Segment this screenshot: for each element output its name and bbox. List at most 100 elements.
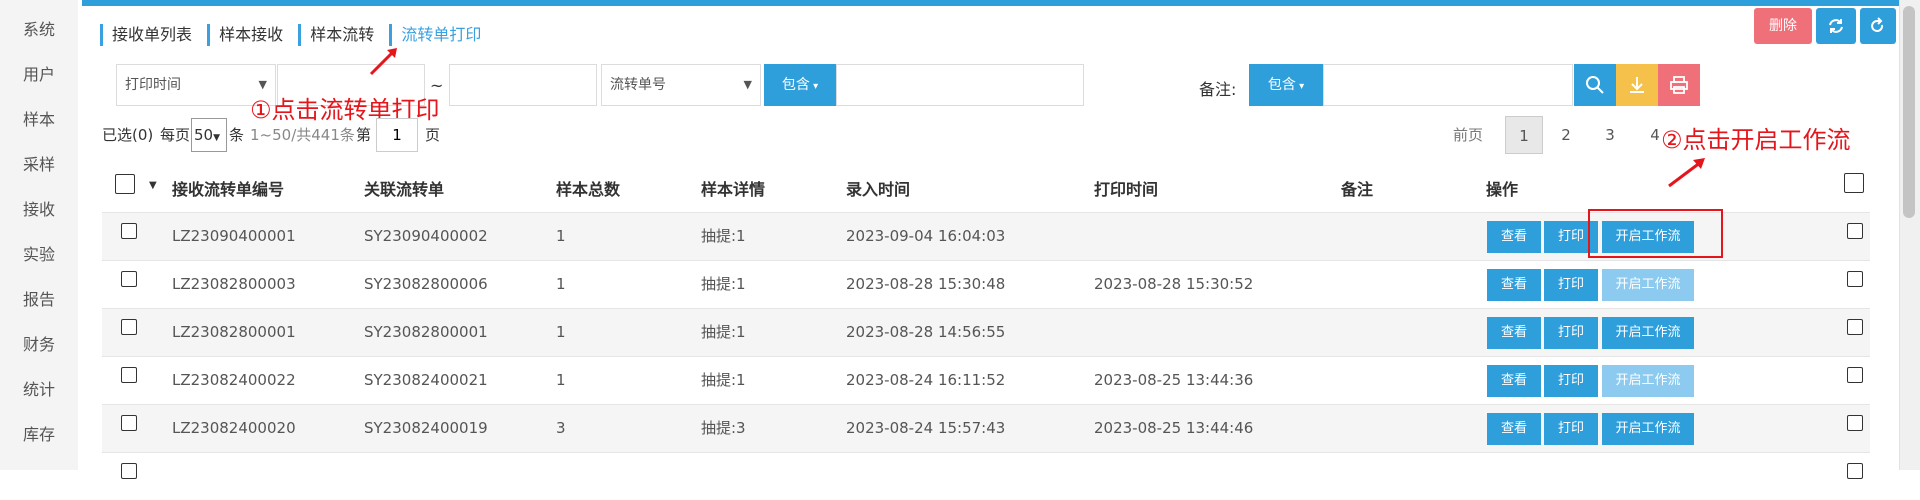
row-checkbox-right[interactable] — [1847, 271, 1863, 287]
row-checkbox[interactable] — [121, 271, 137, 287]
per-page-select[interactable]: 50▼ — [191, 118, 227, 152]
select-all-checkbox[interactable] — [115, 174, 135, 194]
remark-match-dropdown[interactable]: 包含 ▾ — [1249, 64, 1323, 106]
delete-button[interactable]: 删除 — [1754, 8, 1812, 44]
header-linked-transfer[interactable]: 关联流转单 — [364, 176, 444, 200]
sidebar-item-sampling[interactable]: 采样 — [0, 151, 78, 175]
cell-receive-id: LZ23090400001 — [172, 227, 296, 245]
row-print-button[interactable]: 打印 — [1544, 413, 1598, 445]
cell-entry-time: 2023-08-24 16:11:52 — [846, 371, 1006, 389]
header-print-time[interactable]: 打印时间 — [1094, 176, 1158, 200]
row-checkbox[interactable] — [121, 415, 137, 431]
sidebar-item-system[interactable]: 系统 — [0, 16, 78, 40]
table-row[interactable] — [102, 452, 1870, 500]
start-workflow-button[interactable]: 开启工作流 — [1602, 413, 1694, 445]
table-row[interactable]: LZ23082800001 SY23082800001 1 抽提:1 2023-08-2… — [102, 308, 1870, 356]
page-1-button[interactable]: 1 — [1505, 116, 1543, 154]
redo-button[interactable] — [1860, 8, 1896, 44]
match-mode-dropdown[interactable]: 包含 ▾ — [764, 64, 836, 106]
sort-caret-icon[interactable]: ▼ — [149, 180, 157, 191]
table-row[interactable]: LZ23082400020 SY23082400019 3 抽提:3 2023-08-2… — [102, 404, 1870, 452]
sidebar-item-report[interactable]: 报告 — [0, 286, 78, 310]
transfer-number-input[interactable] — [836, 64, 1084, 106]
download-icon — [1630, 77, 1644, 93]
row-print-button[interactable]: 打印 — [1544, 365, 1598, 397]
cell-sample-details: 抽提:1 — [701, 323, 746, 341]
page-3-button[interactable]: 3 — [1593, 116, 1627, 154]
refresh-button[interactable] — [1816, 8, 1856, 44]
row-checkbox-right[interactable] — [1847, 415, 1863, 431]
page-2-button[interactable]: 2 — [1549, 116, 1583, 154]
sidebar-item-experiment[interactable]: 实验 — [0, 241, 78, 265]
view-button[interactable]: 查看 — [1487, 221, 1541, 253]
scrollbar-thumb[interactable] — [1903, 6, 1915, 218]
sidebar-item-receive[interactable]: 接收 — [0, 196, 78, 220]
sidebar-item-finance[interactable]: 财务 — [0, 331, 78, 355]
cell-receive-id: LZ23082800001 — [172, 323, 296, 341]
view-button[interactable]: 查看 — [1487, 365, 1541, 397]
print-button[interactable] — [1658, 64, 1700, 106]
date-field-value: 打印时间 — [125, 77, 181, 93]
match-mode-label: 包含 — [781, 77, 810, 93]
sidebar-item-samples[interactable]: 样本 — [0, 106, 78, 130]
row-print-button[interactable]: 打印 — [1544, 269, 1598, 301]
record-range: 1~50/共441条 — [250, 126, 355, 144]
end-date-input[interactable] — [449, 64, 597, 106]
sidebar-item-inventory[interactable]: 库存 — [0, 421, 78, 445]
cell-sample-total: 1 — [556, 371, 566, 389]
header-sample-total[interactable]: 样本总数 — [556, 176, 620, 200]
row-checkbox-right[interactable] — [1847, 367, 1863, 383]
cell-entry-time: 2023-08-28 15:30:48 — [846, 275, 1006, 293]
annotation-step2: ②点击开启工作流 — [1661, 126, 1851, 154]
chevron-down-icon: ▼ — [743, 78, 752, 91]
remark-input[interactable] — [1323, 64, 1573, 106]
filter-field-select[interactable]: 流转单号 ▼ — [601, 64, 761, 106]
page-4-button[interactable]: 4 — [1638, 116, 1672, 154]
cell-receive-id: LZ23082400022 — [172, 371, 296, 389]
right-select-all-checkbox[interactable] — [1844, 173, 1864, 193]
row-checkbox[interactable] — [121, 223, 137, 239]
top-accent-bar — [82, 0, 1902, 6]
row-checkbox-right[interactable] — [1847, 223, 1863, 239]
view-button[interactable]: 查看 — [1487, 413, 1541, 445]
sidebar-item-stats[interactable]: 统计 — [0, 376, 78, 400]
start-workflow-button[interactable]: 开启工作流 — [1602, 269, 1694, 301]
tab-bar: 接收单列表 样本接收 样本流转 流转单打印 — [100, 24, 491, 48]
start-workflow-button[interactable]: 开启工作流 — [1602, 317, 1694, 349]
tab-sample-receive[interactable]: 样本接收 — [207, 24, 291, 46]
header-sample-details[interactable]: 样本详情 — [701, 176, 765, 200]
tab-sample-transfer[interactable]: 样本流转 — [298, 24, 382, 46]
cell-entry-time: 2023-08-24 15:57:43 — [846, 419, 1006, 437]
annotation-arrow-1 — [369, 48, 397, 76]
search-button[interactable] — [1574, 64, 1616, 106]
tab-receive-list[interactable]: 接收单列表 — [100, 24, 200, 46]
header-entry-time[interactable]: 录入时间 — [846, 176, 910, 200]
header-receive-id[interactable]: 接收流转单编号 — [172, 176, 284, 200]
row-print-button[interactable]: 打印 — [1544, 317, 1598, 349]
tab-transfer-print[interactable]: 流转单打印 — [389, 24, 489, 46]
sidebar-item-users[interactable]: 用户 — [0, 61, 78, 85]
row-checkbox[interactable] — [121, 319, 137, 335]
cell-linked-transfer: SY23090400002 — [364, 227, 488, 245]
sidebar: 系统 用户 样本 采样 接收 实验 报告 财务 统计 库存 — [0, 0, 78, 470]
row-checkbox-right[interactable] — [1847, 463, 1863, 479]
page-suffix: 页 — [425, 126, 441, 144]
cell-entry-time: 2023-08-28 14:56:55 — [846, 323, 1006, 341]
download-button[interactable] — [1616, 64, 1658, 106]
start-workflow-button[interactable]: 开启工作流 — [1602, 365, 1694, 397]
annotation-arrow-2 — [1668, 158, 1705, 188]
cell-linked-transfer: SY23082400019 — [364, 419, 488, 437]
page-number-input[interactable] — [376, 118, 418, 152]
row-checkbox[interactable] — [121, 367, 137, 383]
row-checkbox-right[interactable] — [1847, 319, 1863, 335]
row-checkbox[interactable] — [121, 463, 137, 479]
refresh-icon — [1829, 19, 1843, 33]
view-button[interactable]: 查看 — [1487, 269, 1541, 301]
view-button[interactable]: 查看 — [1487, 317, 1541, 349]
caret-down-icon: ▼ — [213, 133, 221, 143]
prev-page-button[interactable]: 前页 — [1448, 116, 1488, 154]
cell-sample-details: 抽提:1 — [701, 227, 746, 245]
header-remark[interactable]: 备注 — [1341, 176, 1373, 200]
table-row[interactable]: LZ23082800003 SY23082800006 1 抽提:1 2023-08-2… — [102, 260, 1870, 308]
table-row[interactable]: LZ23082400022 SY23082400021 1 抽提:1 2023-08-2… — [102, 356, 1870, 404]
